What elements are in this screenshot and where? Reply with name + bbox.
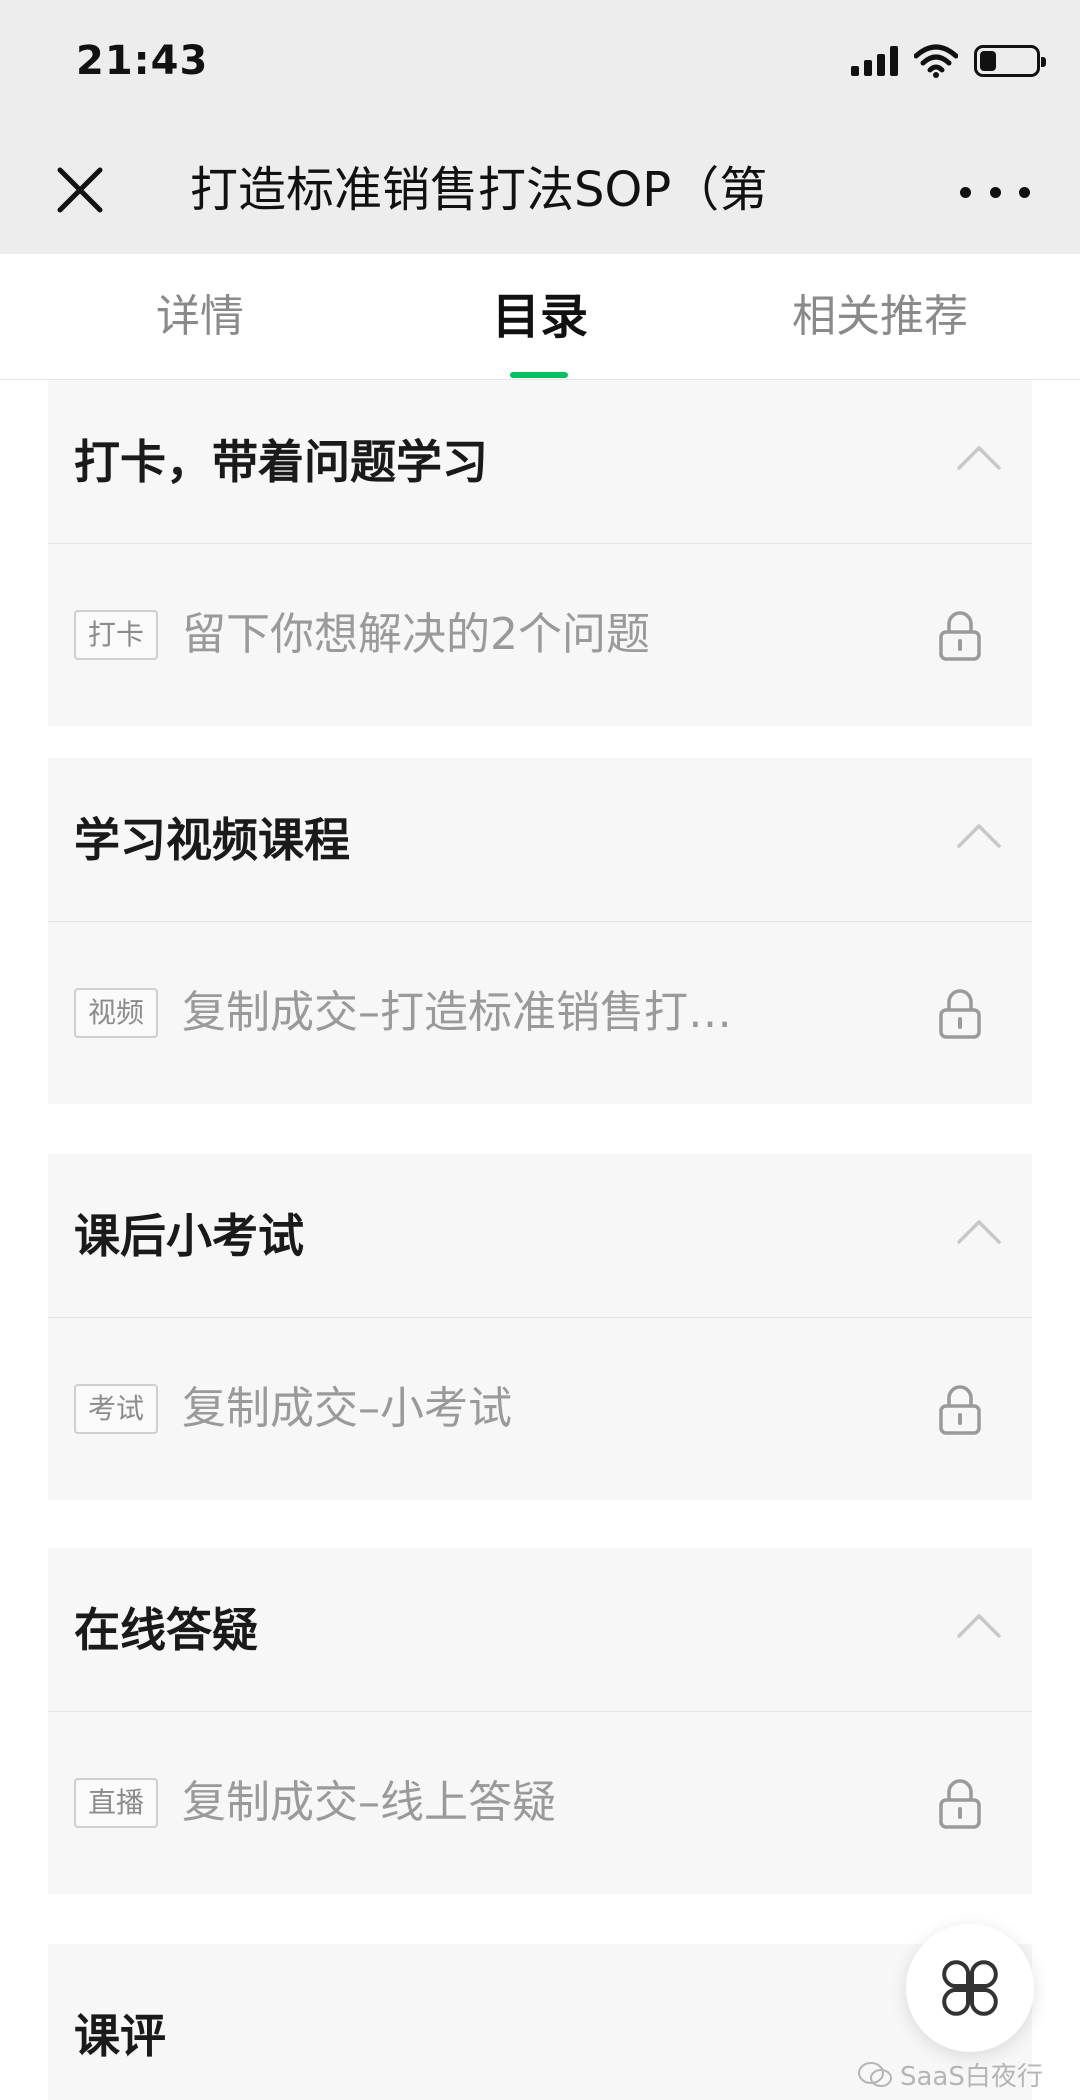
status-time: 21:43 [76,38,209,84]
lesson-type-badge: 考试 [74,1384,159,1434]
lesson-item[interactable]: 考试 复制成交–小考试 [48,1318,1032,1500]
section-header[interactable]: 在线答疑 [48,1548,1032,1712]
floating-menu-button[interactable] [906,1924,1034,2052]
dot-icon [1019,186,1030,198]
dot-icon [989,186,1001,198]
section-title: 课评 [74,2009,166,2063]
dot-icon [960,186,971,198]
lock-icon [939,1779,981,1829]
page-title: 打造标准销售打法SOP（第 [190,162,768,218]
status-icons [851,44,1046,78]
chevron-up-icon[interactable] [956,814,1002,860]
watermark: SaaS白夜行 [858,2056,1043,2093]
app-page: 21:43 打造标准销售打法SOP（第 详情 目录 相关推荐 打卡，带着问题学习… [0,0,1080,2100]
lesson-title: 留下你想解决的2个问题 [182,609,650,660]
section-title: 学习视频课程 [74,813,350,867]
chevron-up-icon[interactable] [956,1604,1002,1650]
lesson-type-badge: 视频 [74,988,159,1038]
clover-grid-icon [942,1960,998,2016]
lesson-title: 复制成交–小考试 [182,1383,512,1434]
lock-icon [939,1385,981,1435]
section-header[interactable]: 学习视频课程 [48,758,1032,922]
lock-icon [939,611,981,661]
section-title: 课后小考试 [74,1209,304,1263]
close-button[interactable] [50,160,110,220]
catalog-list: 打卡，带着问题学习 打卡 留下你想解决的2个问题 学习视频课程 视频 复制成交–… [0,380,1080,2100]
catalog-section: 课后小考试 考试 复制成交–小考试 [48,1154,1032,1500]
lesson-item[interactable]: 视频 复制成交–打造标准销售打… [48,922,1032,1104]
lesson-title: 复制成交–线上答疑 [182,1777,556,1828]
catalog-section: 学习视频课程 视频 复制成交–打造标准销售打… [48,758,1032,1104]
lesson-item[interactable]: 直播 复制成交–线上答疑 [48,1712,1032,1894]
battery-icon [974,45,1046,77]
watermark-text: SaaS白夜行 [900,2062,1043,2092]
lesson-title: 复制成交–打造标准销售打… [182,987,732,1038]
more-options-button[interactable] [960,172,1030,212]
tab-details[interactable]: 详情 [120,254,280,380]
wifi-icon [914,44,958,78]
chevron-up-icon[interactable] [956,436,1002,482]
tab-catalog[interactable]: 目录 [460,254,620,380]
lesson-type-badge: 打卡 [74,610,159,660]
lesson-type-badge: 直播 [74,1778,159,1828]
tab-bar: 详情 目录 相关推荐 [0,254,1080,380]
section-title: 在线答疑 [74,1603,258,1657]
catalog-section: 打卡，带着问题学习 打卡 留下你想解决的2个问题 [48,380,1032,726]
chevron-up-icon[interactable] [956,1210,1002,1256]
lock-icon [939,989,981,1039]
catalog-section: 在线答疑 直播 复制成交–线上答疑 [48,1548,1032,1894]
tab-recommendations[interactable]: 相关推荐 [780,254,980,380]
section-header[interactable]: 打卡，带着问题学习 [48,380,1032,544]
lesson-item[interactable]: 打卡 留下你想解决的2个问题 [48,544,1032,726]
section-title: 打卡，带着问题学习 [74,435,488,489]
active-tab-indicator [510,372,568,378]
top-bar: 21:43 打造标准销售打法SOP（第 [0,0,1080,254]
section-header[interactable]: 课后小考试 [48,1154,1032,1318]
wechat-icon [858,2061,892,2087]
signal-icon [851,46,898,76]
